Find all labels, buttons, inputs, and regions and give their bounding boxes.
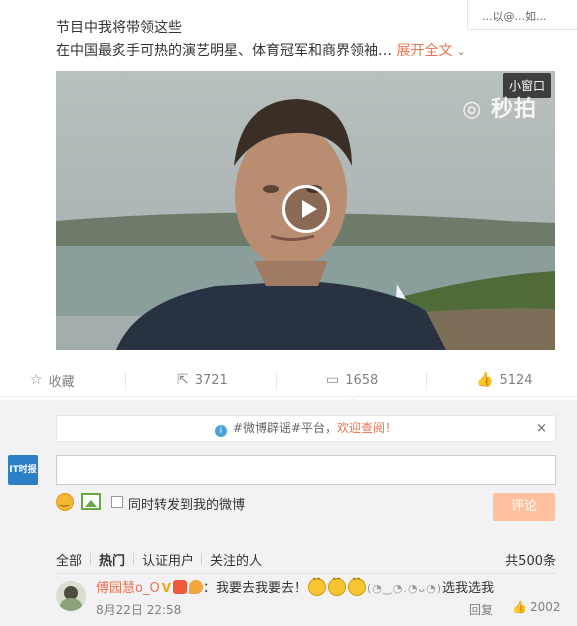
divider [133, 553, 134, 565]
info-icon: i [214, 425, 227, 437]
notice-text: #微博辟谣#平台， [232, 421, 338, 435]
favorite-label: 收藏 [48, 374, 75, 390]
emoji-icon[interactable] [56, 493, 74, 511]
event-badge-icon [188, 580, 203, 594]
divider [56, 573, 556, 574]
filter-all[interactable]: 全部 [56, 550, 82, 569]
close-icon[interactable]: × [536, 416, 547, 441]
filter-verified[interactable]: 认证用户 [142, 550, 194, 569]
comment-section: i #微博辟谣#平台，欢迎查阅！ × IT时报 同时转发到我的微博 评论 全部 热… [0, 400, 577, 626]
filter-following[interactable]: 关注的人 [210, 550, 262, 569]
like-button[interactable]: 👍 5124 [476, 363, 533, 397]
comment-icon: ▭ [326, 372, 340, 388]
cat-emoji-icon [348, 578, 366, 596]
favorite-button[interactable]: ☆ 收藏 [30, 363, 75, 397]
like-count: 5124 [499, 372, 533, 388]
cat-emoji-icon [308, 578, 326, 596]
cat-emoji-icon [328, 578, 346, 596]
post-action-bar: ☆ 收藏 ⇱ 3721 ▭ 1658 👍 5124 [0, 363, 577, 403]
comment-button[interactable]: ▭ 1658 [326, 363, 379, 403]
reply-button[interactable]: 回复 [469, 601, 493, 618]
comment-like-button[interactable]: 👍 2002 [512, 600, 561, 614]
notice-link[interactable]: 欢迎查阅！ [337, 421, 397, 435]
thumbs-up-icon: 👍 [476, 372, 494, 388]
expand-full-text-link[interactable]: 展开全文 [396, 43, 452, 59]
post-text: 节目中我将带领这些 在中国最炙手可热的演艺明星、体育冠军和商界领袖… 展开全文 ⌄ [56, 18, 486, 62]
comment-input[interactable] [56, 455, 556, 485]
submit-comment-button[interactable]: 评论 [493, 493, 555, 521]
comment-text: 傅园慧o_OV ：我要去我要去！ (◔‿◔.◔ᴗ◔)选我选我 [96, 577, 494, 596]
chevron-down-icon[interactable]: ⌄ [456, 45, 465, 58]
divider [201, 553, 202, 565]
divider [426, 372, 427, 390]
star-icon: ☆ [30, 372, 43, 388]
verified-badge-icon: V [161, 581, 171, 595]
checkbox-label: 同时转发到我的微博 [128, 498, 246, 513]
member-badge-icon [172, 580, 187, 594]
video-player[interactable]: 小窗口 ◎ 秒拍 [56, 71, 555, 350]
miaopai-watermark: ◎ 秒拍 [462, 97, 537, 122]
filter-hot[interactable]: 热门 [99, 550, 125, 569]
comment-count: 1658 [345, 372, 379, 388]
comment-username[interactable]: 傅园慧o_O [96, 581, 160, 596]
forward-count: 3721 [194, 372, 228, 388]
post-line-2-text: 在中国最炙手可热的演艺明星、体育冠军和商界领袖… [56, 43, 392, 59]
avatar[interactable] [56, 581, 86, 611]
thumbs-up-icon: 👍 [512, 600, 527, 614]
forward-button[interactable]: ⇱ 3721 [177, 363, 228, 397]
divider [125, 372, 126, 390]
avatar[interactable]: IT时报 [8, 455, 38, 485]
divider [90, 553, 91, 565]
comment-filter-bar: 全部 热门 认证用户 关注的人 共500条 [56, 550, 556, 569]
forward-icon: ⇱ [177, 372, 189, 388]
comment-total: 共500条 [505, 554, 556, 569]
comment-body: ：我要去我要去！ [202, 581, 307, 596]
comment-body-suffix: 选我选我 [442, 581, 495, 596]
divider [276, 372, 277, 390]
play-icon[interactable] [282, 185, 330, 233]
post-line-1: 节目中我将带领这些 [56, 20, 182, 36]
kaomoji: (◔‿◔.◔ᴗ◔) [367, 582, 443, 595]
comment-like-count: 2002 [529, 600, 561, 614]
forward-to-weibo-checkbox[interactable] [111, 496, 123, 508]
rumor-notice-banner: i #微博辟谣#平台，欢迎查阅！ × [56, 415, 556, 442]
image-icon[interactable] [81, 493, 101, 510]
comment-timestamp: 8月22日 22:58 [96, 603, 182, 617]
post-line-2: 在中国最炙手可热的演艺明星、体育冠军和商界领袖… 展开全文 ⌄ [56, 41, 486, 62]
